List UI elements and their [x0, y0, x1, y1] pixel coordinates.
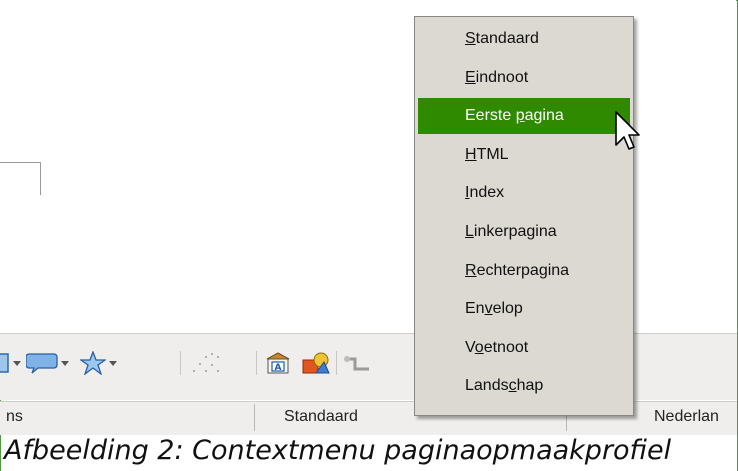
svg-text:A: A: [275, 363, 282, 373]
chevron-down-icon: [13, 360, 21, 366]
star-icon: [80, 351, 106, 375]
menu-item[interactable]: Eindnoot: [418, 60, 630, 96]
stars-dropdown[interactable]: [80, 351, 117, 375]
callout-dropdown[interactable]: [26, 351, 69, 375]
status-left-text: ns: [6, 408, 23, 425]
table-icon: [0, 353, 9, 373]
callout-icon: [26, 353, 58, 374]
fontwork-gallery-icon: A: [266, 352, 290, 374]
menu-item-label: Rechterpagina: [465, 261, 570, 279]
points-button[interactable]: [190, 351, 222, 375]
page-style-context-menu: Standaard Eindnoot Eerste pagina HTML Index L…: [414, 16, 634, 416]
figure-caption: Afbeelding 2: Contextmenu paginaopmaakpr…: [4, 435, 672, 466]
menu-item[interactable]: Rechterpagina: [418, 253, 630, 289]
menu-item-label: Envelop: [465, 300, 523, 318]
menu-item-label: Eindnoot: [465, 68, 529, 86]
menu-item-label: Eerste pagina: [465, 107, 564, 125]
menu-item[interactable]: Landschap: [418, 368, 630, 404]
menu-item-label: HTML: [465, 145, 509, 163]
menu-item[interactable]: Voetnoot: [418, 330, 630, 366]
menu-item[interactable]: Envelop: [418, 291, 630, 327]
fontwork-gallery-button[interactable]: A: [265, 351, 291, 375]
chevron-down-icon: [61, 360, 69, 366]
status-language[interactable]: Nederlan: [654, 408, 719, 426]
toolbar-separator: [256, 351, 257, 375]
status-page-style[interactable]: Standaard: [284, 408, 358, 426]
insert-shape-button[interactable]: [302, 351, 330, 375]
text-boundary-corner: [0, 162, 41, 195]
insert-shape-icon: [302, 352, 330, 374]
points-icon: [193, 353, 219, 372]
menu-item[interactable]: Index: [418, 175, 630, 211]
toolbar-separator: [180, 351, 181, 375]
connector-icon: [344, 356, 369, 371]
menu-item[interactable]: Standaard: [418, 21, 630, 57]
chevron-down-icon: [109, 360, 117, 366]
table-dropdown[interactable]: [0, 351, 21, 375]
status-divider: [254, 404, 255, 431]
menu-item-label: Landschap: [465, 377, 544, 395]
menu-item-label: Voetnoot: [465, 338, 529, 356]
menu-item[interactable]: Eerste pagina: [418, 98, 630, 135]
menu-item-label: Linkerpagina: [465, 223, 557, 240]
connector-button[interactable]: [343, 351, 371, 375]
menu-item[interactable]: HTML: [418, 137, 630, 173]
mouse-pointer-icon: [615, 111, 640, 150]
toolbar-separator: [336, 351, 337, 375]
menu-item[interactable]: Linkerpagina: [418, 214, 630, 250]
menu-item-label: Index: [465, 184, 505, 202]
menu-item-label: Standaard: [465, 30, 539, 47]
